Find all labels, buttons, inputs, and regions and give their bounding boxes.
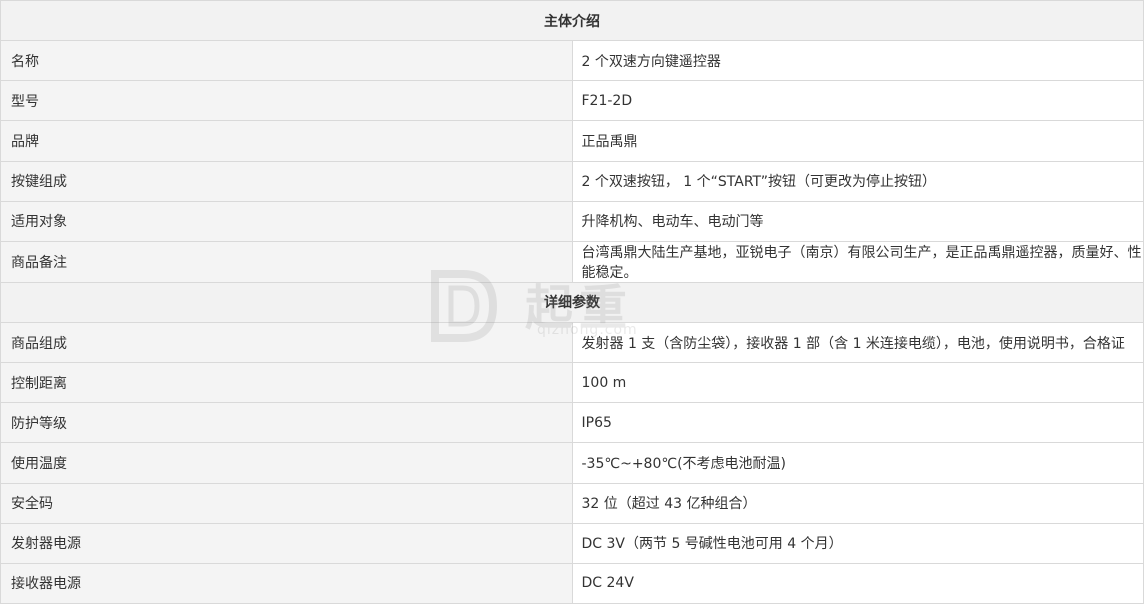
row-value: -35℃~+80℃(不考虑电池耐温) [571,442,1144,484]
row-value: 2 个双速方向键遥控器 [571,40,1144,82]
row-label: 安全码 [0,482,573,524]
table-row: 商品组成 发射器 1 支（含防尘袋），接收器 1 部（含 1 米连接电缆），电池… [0,321,1144,364]
row-value: 32 位（超过 43 亿种组合） [571,482,1144,524]
row-value: 100 m [571,362,1144,404]
section-header-intro: 主体介绍 [0,0,1144,42]
table-row: 控制距离 100 m [0,362,1144,404]
row-value: DC 24V [571,562,1144,605]
table-row: 接收器电源 DC 24V [0,562,1144,605]
row-label: 名称 [0,40,573,82]
table-row: 安全码 32 位（超过 43 亿种组合） [0,482,1144,524]
table-row: 防护等级 IP65 [0,402,1144,444]
row-label: 控制距离 [0,362,573,404]
table-row: 商品备注 台湾禹鼎大陆生产基地，亚锐电子（南京）有限公司生产，是正品禹鼎遥控器，… [0,240,1144,283]
row-value: 2 个双速按钮， 1 个“START”按钮（可更改为停止按钮） [571,160,1144,202]
table-row: 品牌 正品禹鼎 [0,120,1144,162]
row-label: 适用对象 [0,200,573,242]
row-label: 品牌 [0,120,573,162]
table-row: 使用温度 -35℃~+80℃(不考虑电池耐温) [0,442,1144,484]
row-label: 防护等级 [0,402,573,444]
row-value: 正品禹鼎 [571,120,1144,162]
row-value: 升降机构、电动车、电动门等 [571,200,1144,242]
table-row: 型号 F21-2D [0,80,1144,122]
row-label: 商品备注 [0,240,573,283]
row-value: DC 3V（两节 5 号碱性电池可用 4 个月） [571,522,1144,564]
table-row: 适用对象 升降机构、电动车、电动门等 [0,200,1144,242]
table-row: 发射器电源 DC 3V（两节 5 号碱性电池可用 4 个月） [0,522,1144,564]
row-label: 接收器电源 [0,562,573,605]
row-label: 型号 [0,80,573,122]
row-value: IP65 [571,402,1144,444]
row-label: 发射器电源 [0,522,573,564]
table-row: 按键组成 2 个双速按钮， 1 个“START”按钮（可更改为停止按钮） [0,160,1144,202]
table-row: 名称 2 个双速方向键遥控器 [0,40,1144,82]
spec-table: 主体介绍 名称 2 个双速方向键遥控器 型号 F21-2D 品牌 正品禹鼎 按键… [0,0,1144,605]
section-title: 详细参数 [0,281,1144,324]
row-value: F21-2D [571,80,1144,122]
row-label: 商品组成 [0,321,573,364]
row-label: 按键组成 [0,160,573,202]
row-value: 发射器 1 支（含防尘袋），接收器 1 部（含 1 米连接电缆），电池，使用说明… [571,321,1144,364]
section-header-details: 详细参数 [0,281,1144,324]
section-title: 主体介绍 [0,0,1144,42]
row-label: 使用温度 [0,442,573,484]
row-value: 台湾禹鼎大陆生产基地，亚锐电子（南京）有限公司生产，是正品禹鼎遥控器，质量好、性… [571,240,1144,283]
